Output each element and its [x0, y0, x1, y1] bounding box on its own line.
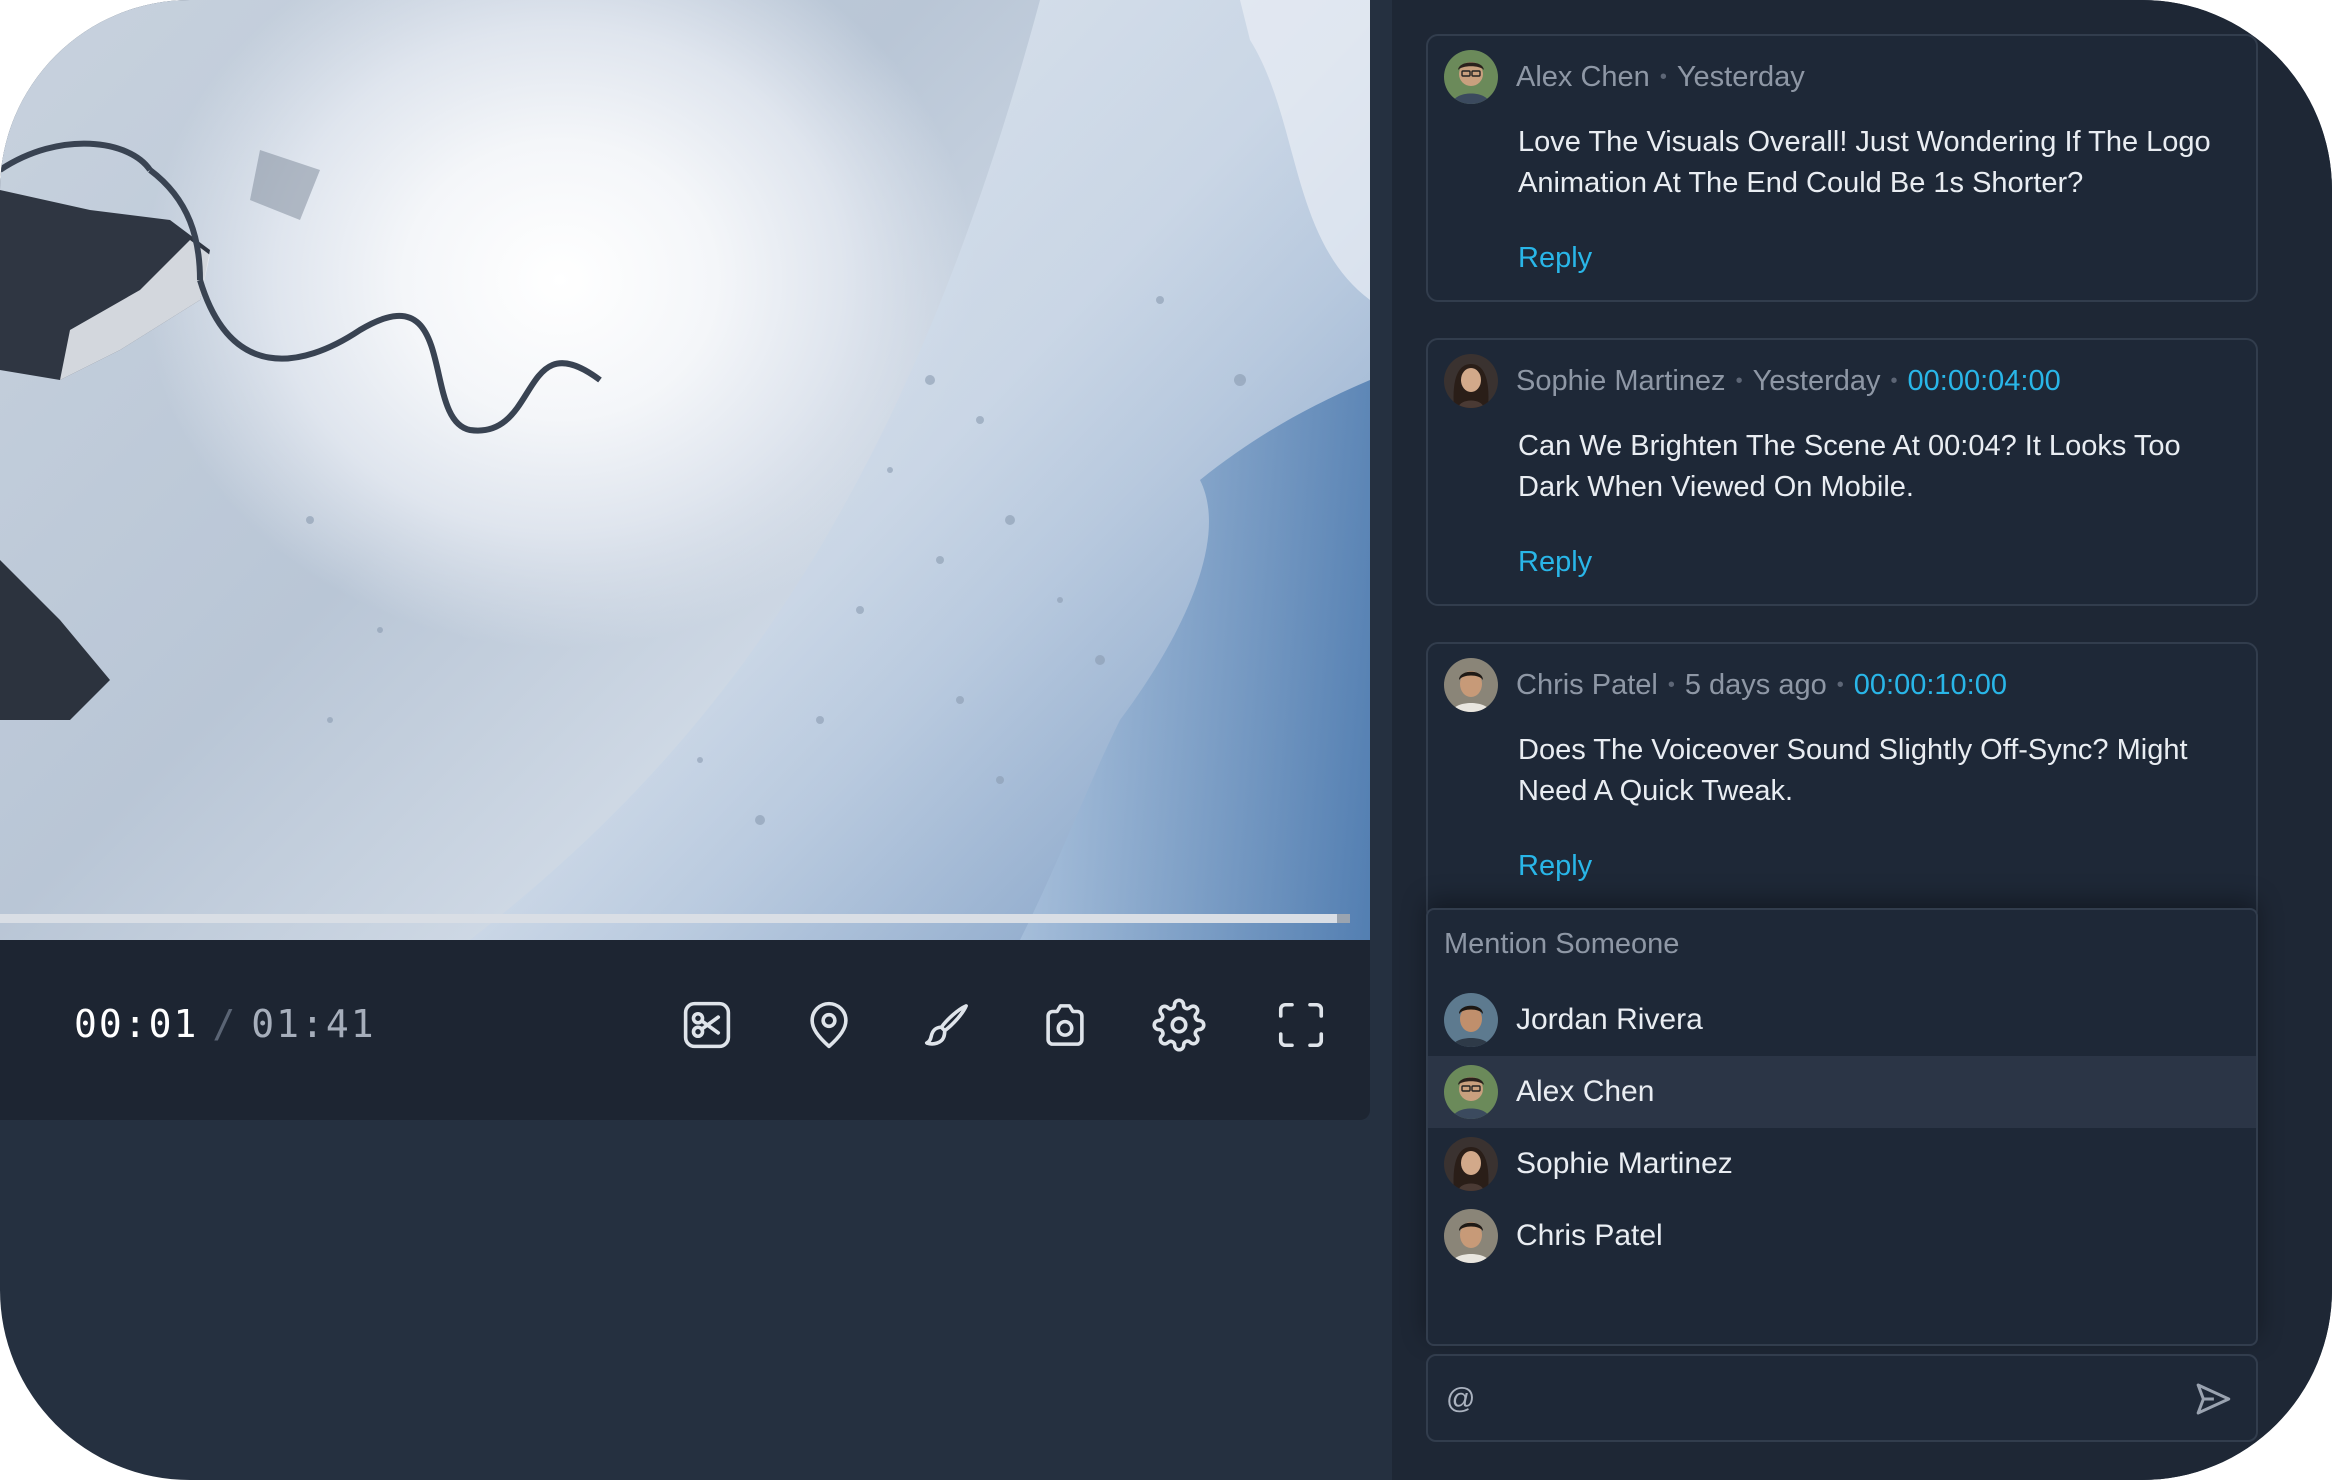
comment-card: Chris Patel • 5 days ago • 00:00:10:00 D… [1426, 642, 2258, 922]
video-viewport[interactable] [0, 0, 1370, 940]
mention-option-name: Alex Chen [1516, 1075, 1655, 1108]
send-icon [2196, 1383, 2231, 1415]
total-time: 01:41 [251, 1002, 376, 1046]
comment-header: Alex Chen • Yesterday [1444, 50, 1805, 104]
separator-dot: • [1735, 369, 1743, 392]
progress-bar[interactable] [0, 914, 1350, 923]
separator-dot: • [1659, 65, 1667, 88]
draw-button[interactable] [914, 992, 980, 1058]
reply-button[interactable]: Reply [1518, 850, 1592, 883]
mention-option-name: Chris Patel [1516, 1219, 1663, 1252]
mention-option[interactable]: Sophie Martinez [1428, 1128, 2256, 1200]
separator-dot: • [1836, 673, 1844, 696]
avatar [1444, 658, 1498, 712]
avatar [1444, 1137, 1498, 1191]
comment-author: Sophie Martinez [1516, 364, 1726, 397]
comment-composer [1426, 1354, 2258, 1442]
mention-option-name: Jordan Rivera [1516, 1003, 1703, 1036]
current-time: 00:01 [74, 1002, 199, 1046]
fullscreen-button[interactable] [1268, 992, 1334, 1058]
comment-body: Love The Visuals Overall! Just Wondering… [1518, 126, 2211, 199]
scissors-icon [683, 1001, 731, 1049]
mention-option[interactable]: Jordan Rivera [1428, 984, 2256, 1056]
gear-icon [1152, 998, 1206, 1052]
timecode: 00:01 / 01:41 [74, 1002, 376, 1046]
comment-header: Sophie Martinez • Yesterday • 00:00:04:0… [1444, 354, 2061, 408]
video-frame-image [0, 0, 1370, 940]
mention-option[interactable]: Chris Patel [1428, 1200, 2256, 1272]
comment-author: Chris Patel [1516, 668, 1658, 701]
separator-dot: • [1667, 673, 1675, 696]
time-separator: / [212, 1002, 238, 1046]
snapshot-button[interactable] [1032, 992, 1098, 1058]
app-frame: 00:01 / 01:41 Alex Chen • Yesterday Love T… [0, 0, 2332, 1480]
fullscreen-icon [1278, 1002, 1324, 1048]
comment-body: Can We Brighten The Scene At 00:04? It L… [1518, 430, 2181, 503]
avatar [1444, 1209, 1498, 1263]
mention-title: Mention Someone [1444, 928, 1680, 960]
comment-input[interactable] [1444, 1374, 2148, 1424]
mention-option-name: Sophie Martinez [1516, 1147, 1733, 1180]
comment-timestamp-link[interactable]: 00:00:10:00 [1854, 669, 2007, 702]
comment-header: Chris Patel • 5 days ago • 00:00:10:00 [1444, 658, 2007, 712]
camera-icon [1046, 1004, 1084, 1046]
map-pin-icon [810, 1001, 848, 1049]
comment-timestamp-link[interactable]: 00:00:04:00 [1908, 365, 2061, 398]
avatar [1444, 1065, 1498, 1119]
reply-button[interactable]: Reply [1518, 242, 1592, 275]
progress-fill [0, 914, 1337, 923]
trim-button[interactable] [674, 992, 740, 1058]
comment-time: 5 days ago [1684, 668, 1827, 701]
comment-author: Alex Chen [1516, 60, 1650, 93]
comment-card: Sophie Martinez • Yesterday • 00:00:04:0… [1426, 338, 2258, 606]
separator-dot: • [1890, 369, 1898, 392]
comment-time: Yesterday [1676, 60, 1805, 93]
player-controls: 00:01 / 01:41 [0, 940, 1370, 1120]
comment-body: Does The Voiceover Sound Slightly Off-Sy… [1518, 734, 2188, 807]
avatar [1444, 354, 1498, 408]
mention-dropdown: Mention Someone Jordan Rivera Alex Chen … [1426, 908, 2258, 1346]
marker-button[interactable] [796, 992, 862, 1058]
reply-button[interactable]: Reply [1518, 546, 1592, 579]
mention-option-highlighted[interactable]: Alex Chen [1428, 1056, 2256, 1128]
avatar [1444, 50, 1498, 104]
brush-icon [924, 1004, 968, 1046]
comment-time: Yesterday [1752, 364, 1881, 397]
send-button[interactable] [2192, 1378, 2234, 1420]
avatar [1444, 993, 1498, 1047]
settings-button[interactable] [1146, 992, 1212, 1058]
comment-card: Alex Chen • Yesterday Love The Visuals O… [1426, 34, 2258, 302]
